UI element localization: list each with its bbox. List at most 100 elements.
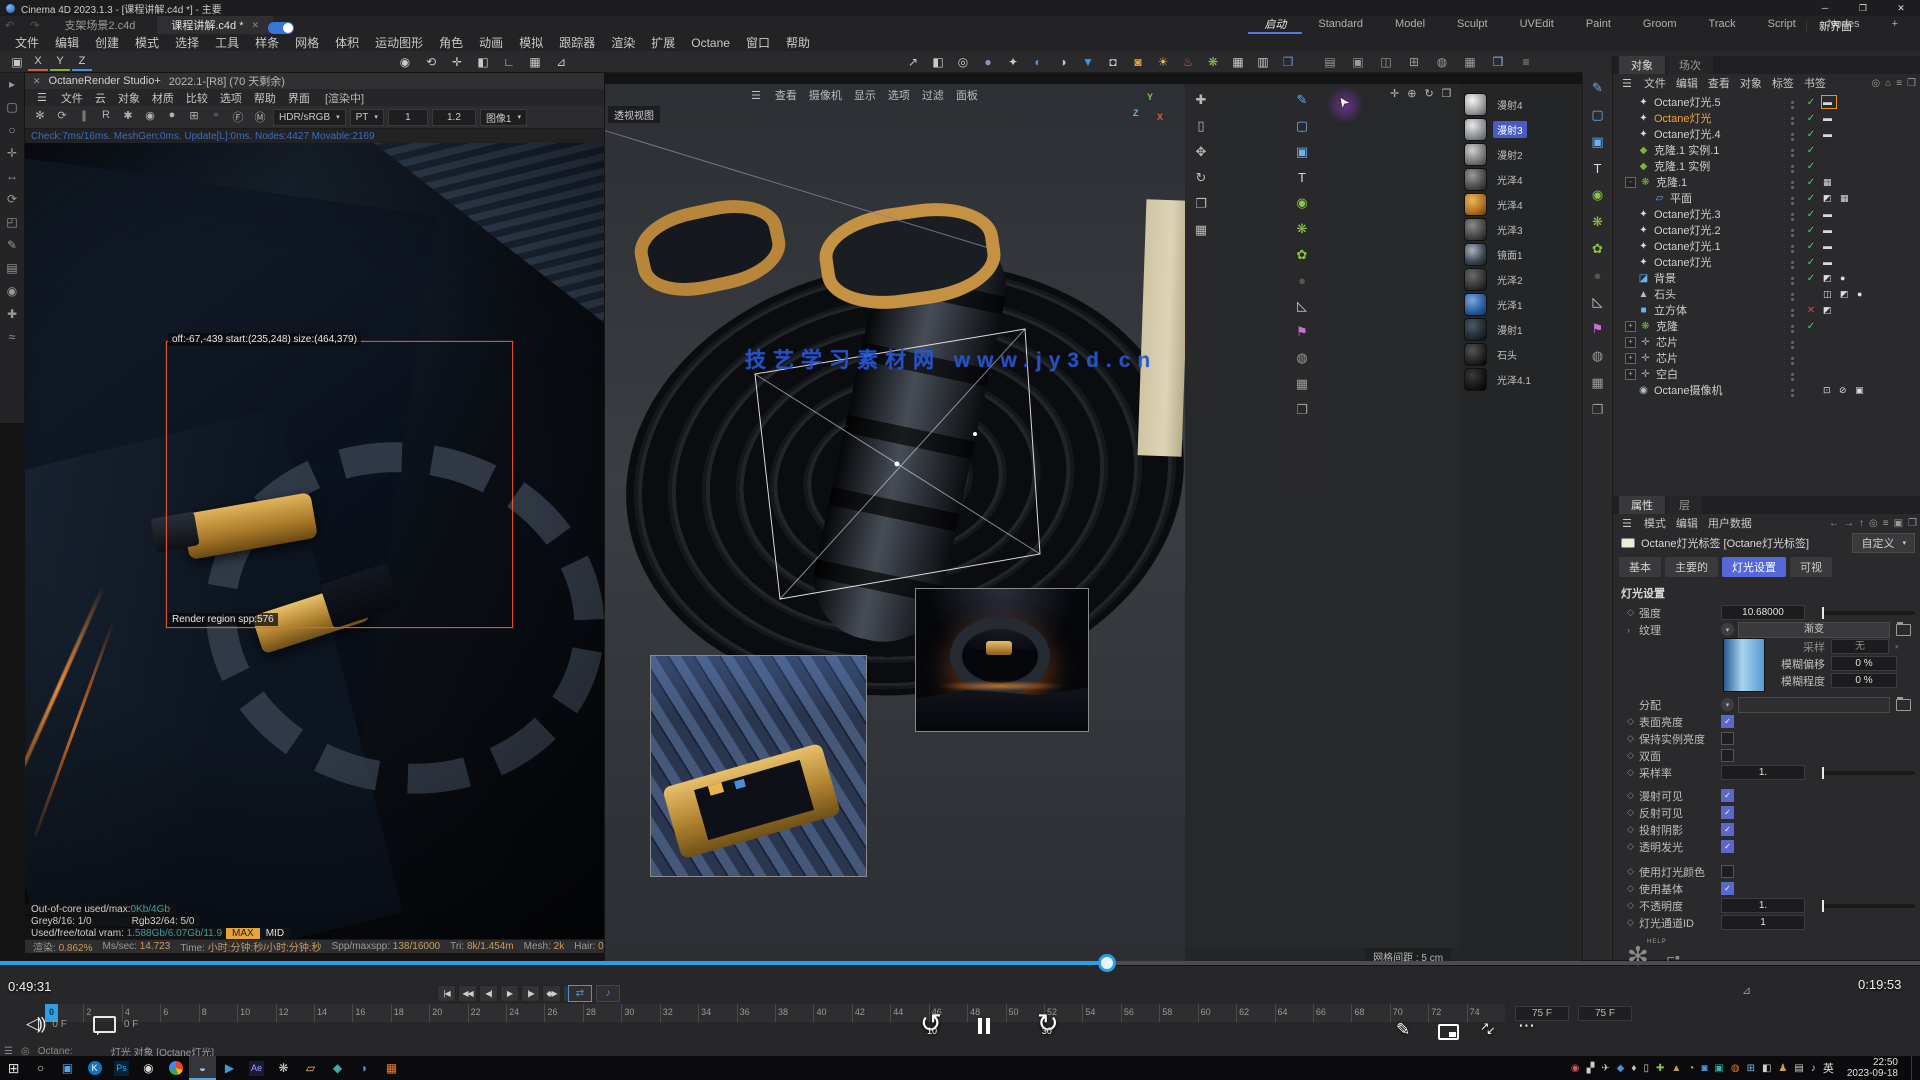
expander-icon[interactable]: [1641, 194, 1650, 203]
document-tab[interactable]: 课程讲解.c4d * ✕: [157, 16, 273, 34]
object-row[interactable]: ◆ 克隆.1 实例.1: [1613, 142, 1920, 158]
checkbox[interactable]: [1721, 806, 1734, 819]
material-item[interactable]: 漫射1: [1460, 317, 1582, 342]
menu-item[interactable]: 窗口: [739, 34, 777, 51]
tray-icon[interactable]: ▯: [1643, 1063, 1649, 1074]
nav-icon[interactable]: ❐: [1442, 87, 1452, 100]
attr-tab-button[interactable]: 可视: [1790, 557, 1832, 577]
octane-menu-item[interactable]: 帮助: [248, 90, 282, 106]
object-row[interactable]: ✦ Octane灯光.3 ▬: [1613, 206, 1920, 222]
visibility-dots[interactable]: [1791, 117, 1794, 120]
om-corner-icon[interactable]: ◎: [1871, 78, 1880, 89]
taskbar-app[interactable]: ◒: [189, 1056, 216, 1080]
ime-indicator[interactable]: 英: [1823, 1060, 1834, 1076]
expander-icon[interactable]: [1625, 162, 1634, 171]
menu-item[interactable]: 编辑: [48, 34, 86, 51]
workspace-tab[interactable]: Model: [1379, 16, 1441, 34]
palette-icon[interactable]: ▯: [1197, 118, 1204, 134]
expander-icon[interactable]: +: [1625, 369, 1636, 380]
octane-tool-icon[interactable]: ●: [163, 109, 181, 125]
panel-tab[interactable]: 属性: [1619, 496, 1665, 514]
menu-item[interactable]: 帮助: [779, 34, 817, 51]
colorspace-dropdown[interactable]: HDR/sRGB▾: [273, 109, 346, 126]
distribution-dropdown-icon[interactable]: ▾: [1721, 698, 1734, 711]
palette-icon[interactable]: ❐: [1592, 402, 1604, 418]
ramp-icon[interactable]: ⊿: [1742, 984, 1751, 997]
palette-icon[interactable]: T: [1298, 170, 1306, 185]
toolbar-icon[interactable]: ∟: [498, 53, 520, 71]
taskbar-app[interactable]: ⊞: [0, 1056, 27, 1080]
menu-item[interactable]: 动画: [472, 34, 510, 51]
toolbar-icon[interactable]: ❐: [1277, 53, 1299, 71]
attr-menu-item[interactable]: 编辑: [1671, 515, 1703, 531]
forward-30-button[interactable]: ↻30: [1037, 1008, 1059, 1038]
undo-icon[interactable]: ↶: [5, 19, 20, 32]
playback-button[interactable]: ◀◀: [458, 985, 477, 1002]
taskbar-app[interactable]: ▶: [216, 1056, 243, 1080]
hamburger-icon[interactable]: ☰: [4, 1046, 13, 1057]
object-row[interactable]: ▱ 平面 ◩ ▦: [1613, 190, 1920, 206]
toolbar-icon[interactable]: ●: [977, 53, 999, 71]
taskbar-clock[interactable]: 22:502023-09-18: [1841, 1057, 1904, 1079]
object-row[interactable]: ✦ Octane灯光 ▬: [1613, 110, 1920, 126]
viewport-menu-item[interactable]: 显示: [848, 87, 882, 103]
toolbar-icon[interactable]: ↗: [902, 53, 924, 71]
object-row[interactable]: + ✛ 芯片: [1613, 350, 1920, 366]
tray-icon[interactable]: ⊞: [1747, 1063, 1755, 1074]
visibility-dots[interactable]: [1791, 133, 1794, 136]
enable-check[interactable]: [1805, 177, 1817, 188]
hamburger-icon[interactable]: ☰: [31, 91, 53, 104]
attr-corner-icon[interactable]: ≡: [1883, 518, 1889, 529]
om-menu-item[interactable]: 编辑: [1671, 75, 1703, 91]
palette-icon[interactable]: ●: [1298, 273, 1306, 288]
playback-button[interactable]: |▶: [521, 985, 540, 1002]
nav-icon[interactable]: ✛: [1390, 87, 1399, 100]
menu-item[interactable]: 角色: [432, 34, 470, 51]
octane-menu-item[interactable]: 选项: [214, 90, 248, 106]
om-menu-item[interactable]: 对象: [1735, 75, 1767, 91]
toolbar-icon[interactable]: ♨: [1177, 53, 1199, 71]
material-thumbnail[interactable]: [1464, 193, 1487, 216]
visibility-dots[interactable]: [1791, 245, 1794, 248]
expander-icon[interactable]: +: [1625, 321, 1636, 332]
viewport-menu-item[interactable]: 摄像机: [803, 87, 848, 103]
visibility-dots[interactable]: [1791, 389, 1794, 392]
document-tab[interactable]: 支架场景2.c4d: [50, 16, 157, 34]
intensity-field[interactable]: 10.68000: [1721, 605, 1805, 620]
tool-icon[interactable]: ◰: [6, 215, 17, 229]
attr-corner-icon[interactable]: →: [1844, 518, 1854, 529]
enable-check[interactable]: [1805, 273, 1817, 284]
object-name[interactable]: Octane灯光.4: [1654, 126, 1721, 142]
tool-icon[interactable]: ≈: [9, 330, 16, 344]
taskbar-app[interactable]: Ps: [108, 1056, 135, 1080]
object-tags[interactable]: ▦: [1823, 177, 1835, 188]
panel-tab[interactable]: 场次: [1667, 56, 1713, 74]
opacity-slider[interactable]: [1823, 904, 1915, 908]
attr-tab-button[interactable]: 灯光设置: [1722, 557, 1786, 577]
palette-icon[interactable]: ▣: [1296, 144, 1308, 160]
material-thumbnail[interactable]: [1464, 343, 1487, 366]
minimize-button[interactable]: ─: [1806, 0, 1844, 16]
object-tags[interactable]: ▬: [1823, 129, 1835, 139]
playback-button[interactable]: ◀|: [479, 985, 498, 1002]
object-name[interactable]: Octane摄像机: [1654, 382, 1722, 398]
panel-tab[interactable]: 对象: [1619, 56, 1665, 74]
visibility-dots[interactable]: [1791, 101, 1794, 104]
object-tags[interactable]: ◫ ◩ ●: [1823, 289, 1865, 300]
expander-icon[interactable]: -: [1625, 177, 1636, 188]
pip-preview-product[interactable]: [915, 588, 1089, 732]
workspace-tab[interactable]: Groom: [1627, 16, 1693, 34]
video-progress-knob[interactable]: [1098, 954, 1116, 972]
axis-z-button[interactable]: Z: [72, 53, 92, 71]
menu-item[interactable]: 扩展: [644, 34, 682, 51]
workspace-tab[interactable]: UVEdit: [1504, 16, 1570, 34]
tool-icon[interactable]: ○: [8, 123, 15, 137]
attr-menu-item[interactable]: 模式: [1639, 515, 1671, 531]
expander-icon[interactable]: [1625, 274, 1634, 283]
attr-corner-icon[interactable]: ←: [1829, 518, 1839, 529]
object-row[interactable]: ▲ 石头 ◫ ◩ ●: [1613, 286, 1920, 302]
viewport-menu-item[interactable]: 查看: [769, 87, 803, 103]
enable-check[interactable]: [1805, 113, 1817, 124]
taskbar-app[interactable]: ❋: [270, 1056, 297, 1080]
expander-icon[interactable]: [1625, 130, 1634, 139]
